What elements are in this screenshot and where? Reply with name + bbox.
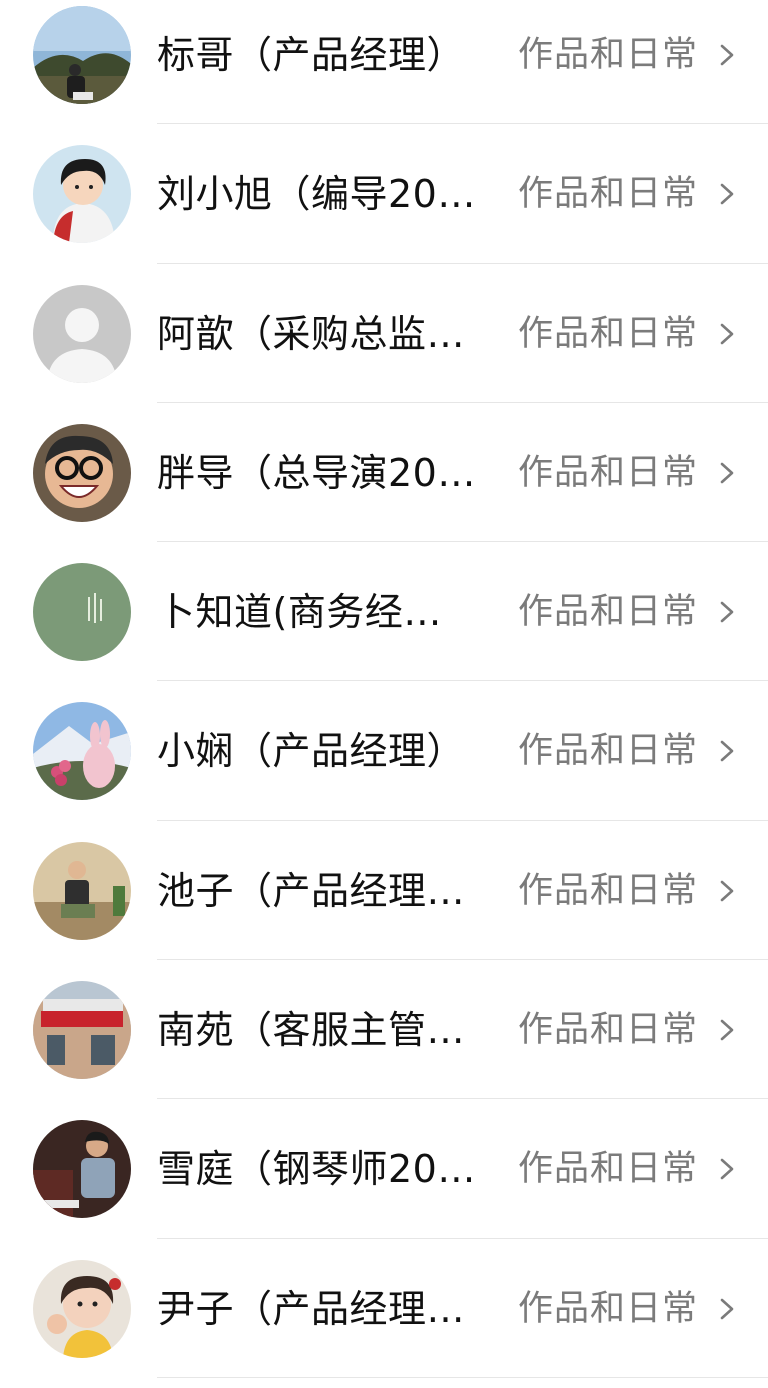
contact-name: 卜知道(商务经… xyxy=(157,590,442,635)
contact-row[interactable]: 标哥（产品经理） 作品和日常 xyxy=(0,0,768,125)
contact-avatar[interactable] xyxy=(33,423,131,522)
contact-row[interactable]: 阿歆（采购总监… 作品和日常 xyxy=(0,264,768,403)
contact-row[interactable]: 尹子（产品经理… 作品和日常 xyxy=(0,1239,768,1378)
contact-avatar[interactable] xyxy=(33,145,131,244)
contact-avatar[interactable] xyxy=(33,702,131,801)
contact-row[interactable]: 池子（产品经理… 作品和日常 xyxy=(0,821,768,961)
contact-row[interactable]: 刘小旭（编导20… 作品和日常 xyxy=(0,124,768,264)
chevron-right-icon xyxy=(720,880,734,902)
works-and-daily-link[interactable]: 作品和日常 xyxy=(518,1004,698,1056)
contact-name: 尹子（产品经理… xyxy=(157,1286,466,1331)
contact-avatar[interactable] xyxy=(33,981,131,1080)
chevron-right-icon xyxy=(720,1019,734,1041)
works-and-daily-link[interactable]: 作品和日常 xyxy=(518,725,698,777)
works-and-daily-link[interactable]: 作品和日常 xyxy=(518,308,698,360)
contact-row[interactable]: 小娴（产品经理） 作品和日常 xyxy=(0,681,768,821)
contact-row[interactable]: 雪庭（钢琴师20… 作品和日常 xyxy=(0,1099,768,1239)
chevron-right-icon xyxy=(720,601,734,623)
chevron-right-icon xyxy=(720,323,734,344)
chevron-right-icon xyxy=(720,741,734,762)
contact-avatar[interactable] xyxy=(33,563,131,662)
contact-row[interactable]: 南苑（客服主管… 作品和日常 xyxy=(0,960,768,1100)
contact-name: 刘小旭（编导20… xyxy=(157,172,476,217)
works-and-daily-link[interactable]: 作品和日常 xyxy=(518,168,698,220)
contact-name: 胖导（总导演20… xyxy=(157,450,476,495)
contact-row[interactable]: 卜知道(商务经… 作品和日常 xyxy=(0,542,768,682)
contact-avatar[interactable] xyxy=(33,6,131,104)
chevron-right-icon xyxy=(720,1159,734,1180)
contact-avatar[interactable] xyxy=(33,1120,131,1219)
row-divider xyxy=(157,1376,768,1378)
chevron-right-icon xyxy=(720,183,734,205)
works-and-daily-link[interactable]: 作品和日常 xyxy=(518,865,698,917)
contact-row[interactable]: 胖导（总导演20… 作品和日常 xyxy=(0,403,768,543)
works-and-daily-link[interactable]: 作品和日常 xyxy=(518,447,698,499)
contact-list: 标哥（产品经理） 作品和日常 刘小旭（编导20… 作品和日常 阿歆（采购总监… … xyxy=(0,0,768,1378)
chevron-right-icon xyxy=(720,1298,734,1319)
contact-avatar[interactable] xyxy=(33,841,131,940)
contact-avatar[interactable] xyxy=(33,284,131,383)
contact-avatar[interactable] xyxy=(33,1259,131,1358)
chevron-right-icon xyxy=(720,462,734,484)
contact-name: 阿歆（采购总监… xyxy=(157,311,466,356)
works-and-daily-link[interactable]: 作品和日常 xyxy=(518,1283,698,1335)
contact-name: 南苑（客服主管… xyxy=(157,1008,466,1053)
contact-name: 池子（产品经理… xyxy=(157,868,466,913)
works-and-daily-link[interactable]: 作品和日常 xyxy=(518,1143,698,1195)
contact-name: 标哥（产品经理） xyxy=(157,33,466,77)
works-and-daily-link[interactable]: 作品和日常 xyxy=(518,586,698,638)
chevron-right-icon xyxy=(720,44,734,66)
contact-name: 雪庭（钢琴师20… xyxy=(157,1147,476,1192)
works-and-daily-link[interactable]: 作品和日常 xyxy=(518,29,698,81)
contact-name: 小娴（产品经理） xyxy=(157,729,466,774)
